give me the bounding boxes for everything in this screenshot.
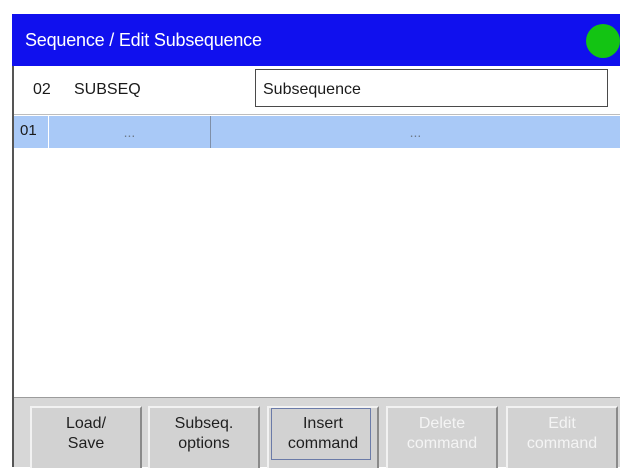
load-save-button[interactable]: Load/ Save (30, 406, 142, 468)
subsequence-name-value: Subsequence (263, 81, 361, 98)
command-type-cell[interactable]: ... (49, 116, 211, 148)
delete-command-button[interactable]: Delete command (386, 406, 498, 468)
divider (14, 114, 620, 115)
status-indicator-icon (586, 24, 620, 58)
sequence-editor-screen: Sequence / Edit Subsequence 02 SUBSEQ Su… (0, 0, 620, 468)
subsequence-info-row: 02 SUBSEQ Subsequence (14, 66, 620, 114)
command-type-value: ... (123, 124, 136, 140)
subsequence-number: 02 (33, 81, 51, 98)
command-row[interactable]: 01 ... ... (14, 116, 620, 148)
title-bar: Sequence / Edit Subsequence (12, 14, 620, 66)
command-index: 01 (20, 122, 37, 139)
command-index-cell: 01 (14, 116, 49, 148)
subseq-options-label: Subseq. options (174, 415, 234, 452)
edit-command-button[interactable]: Edit command (506, 406, 618, 468)
subseq-options-button[interactable]: Subseq. options (148, 406, 260, 468)
insert-command-button[interactable]: Insert command (267, 406, 379, 468)
edit-command-label: Edit command (526, 415, 598, 452)
focus-outline (271, 408, 371, 460)
load-save-label: Load/ Save (65, 415, 107, 452)
page-title: Sequence / Edit Subsequence (25, 30, 262, 50)
subsequence-name-field[interactable]: Subsequence (255, 69, 608, 107)
command-params-value: ... (409, 124, 422, 140)
bottom-toolbar: Load/ Save Subseq. options Insert comman… (14, 397, 620, 468)
subsequence-label: SUBSEQ (74, 81, 141, 98)
delete-command-label: Delete command (406, 415, 478, 452)
command-params-cell[interactable]: ... (211, 116, 620, 148)
